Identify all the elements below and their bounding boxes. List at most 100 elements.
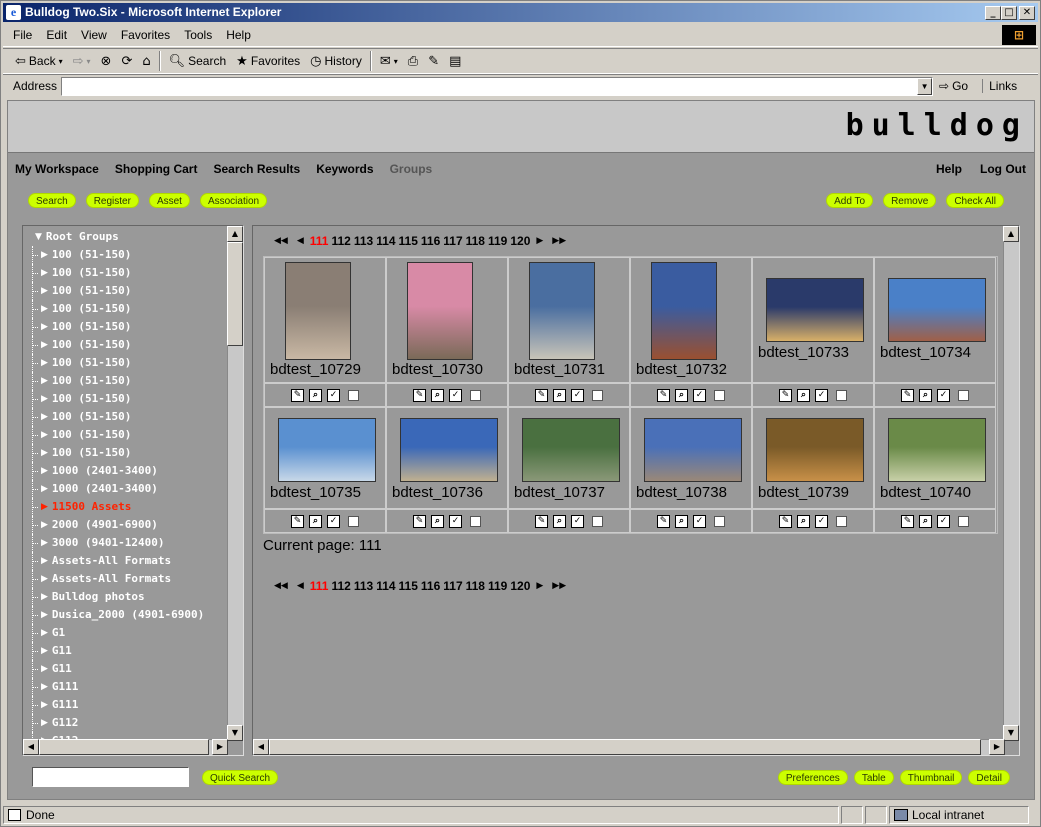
back-dropdown-icon[interactable]: ▾ — [59, 57, 63, 66]
nav-groups[interactable]: Groups — [390, 162, 433, 176]
tree-scroll-thumb[interactable] — [227, 242, 243, 346]
scroll-right-icon[interactable]: ▶ — [989, 739, 1005, 755]
edit-asset-icon[interactable]: ✎ — [535, 514, 548, 528]
page-link[interactable]: 118 — [466, 234, 485, 248]
nav-search-results[interactable]: Search Results — [213, 162, 300, 176]
address-input[interactable]: ▼ — [61, 76, 934, 96]
asset-thumbnail[interactable] — [888, 418, 986, 482]
check-all-button[interactable]: Check All — [946, 193, 1004, 208]
cart-asset-icon[interactable]: ✓ — [693, 514, 706, 528]
asset-checkbox[interactable] — [592, 515, 603, 527]
edit-asset-icon[interactable]: ✎ — [901, 388, 914, 402]
page-link[interactable]: 120 — [510, 234, 530, 248]
page-link[interactable]: 115 — [399, 234, 418, 248]
preview-asset-icon[interactable]: ⌕ — [553, 514, 566, 528]
back-button[interactable]: ⇦ Back ▾ — [13, 54, 65, 69]
tree-item[interactable]: ▶ 1000 (2401-3400) — [27, 462, 228, 480]
tree-item[interactable]: ▶ 2000 (4901-6900) — [27, 516, 228, 534]
menu-view[interactable]: View — [81, 28, 107, 42]
asset-thumbnail[interactable] — [651, 262, 717, 360]
nav-my-workspace[interactable]: My Workspace — [15, 162, 99, 176]
page-link[interactable]: 117 — [443, 234, 462, 248]
tree-item[interactable]: ▶ 11500 Assets — [27, 498, 228, 516]
asset-horizontal-scrollbar[interactable]: ◀ ▶ — [253, 739, 1005, 755]
asset-hscroll-thumb[interactable] — [269, 739, 981, 755]
favorites-button[interactable]: ★ Favorites — [234, 54, 302, 69]
page-link[interactable]: 116 — [421, 579, 440, 593]
page-link[interactable]: 119 — [488, 234, 507, 248]
page-link[interactable]: 114 — [376, 579, 395, 593]
tree-item[interactable]: ▶ 100 (51-150) — [27, 390, 228, 408]
scroll-left-icon[interactable]: ◀ — [253, 739, 269, 755]
tree-item[interactable]: ▶ 100 (51-150) — [27, 318, 228, 336]
menu-file[interactable]: File — [13, 28, 32, 42]
tree-item[interactable]: ▶ 100 (51-150) — [27, 372, 228, 390]
tree-item[interactable]: ▶ 100 (51-150) — [27, 264, 228, 282]
edit-button[interactable]: ✎ — [426, 54, 441, 69]
tree-item[interactable]: ▶ G11 — [27, 642, 228, 660]
scroll-right-icon[interactable]: ▶ — [212, 739, 228, 755]
search-action-button[interactable]: Search — [28, 193, 76, 208]
tree-item[interactable]: ▶ 1000 (2401-3400) — [27, 480, 228, 498]
first-page-icon[interactable]: ◀◀ — [274, 581, 288, 591]
edit-asset-icon[interactable]: ✎ — [657, 388, 670, 402]
edit-asset-icon[interactable]: ✎ — [291, 388, 304, 402]
tree-item[interactable]: ▶ G1 — [27, 624, 228, 642]
preview-asset-icon[interactable]: ⌕ — [675, 388, 688, 402]
thumbnail-view-button[interactable]: Thumbnail — [899, 770, 963, 785]
edit-asset-icon[interactable]: ✎ — [413, 514, 426, 528]
next-page-icon[interactable]: ▶ — [536, 581, 543, 591]
tree-item[interactable]: ▶ G11 — [27, 660, 228, 678]
tree-item[interactable]: ▶ Assets-All Formats — [27, 570, 228, 588]
home-button[interactable]: ⌂ — [140, 54, 152, 69]
address-dropdown-icon[interactable]: ▼ — [917, 77, 933, 95]
page-link[interactable]: 111 — [310, 234, 329, 248]
preview-asset-icon[interactable]: ⌕ — [675, 514, 688, 528]
page-link[interactable]: 119 — [488, 579, 507, 593]
tree-item[interactable]: ▶ Dusica_2000 (4901-6900) — [27, 606, 228, 624]
asset-thumbnail[interactable] — [888, 278, 986, 342]
asset-vertical-scrollbar[interactable]: ▲ ▼ — [1003, 226, 1019, 741]
forward-button[interactable]: ⇨ ▾ — [71, 54, 93, 69]
asset-thumbnail[interactable] — [285, 262, 351, 360]
scroll-down-icon[interactable]: ▼ — [1003, 725, 1019, 741]
tree-item[interactable]: ▶ 100 (51-150) — [27, 444, 228, 462]
tree-item[interactable]: ▶ 3000 (9401-12400) — [27, 534, 228, 552]
edit-asset-icon[interactable]: ✎ — [535, 388, 548, 402]
tree-root[interactable]: ▼ Root Groups — [27, 228, 228, 246]
preferences-button[interactable]: Preferences — [777, 770, 848, 785]
quick-search-button[interactable]: Quick Search — [202, 770, 279, 785]
asset-checkbox[interactable] — [836, 515, 847, 527]
preview-asset-icon[interactable]: ⌕ — [797, 514, 810, 528]
cart-asset-icon[interactable]: ✓ — [937, 388, 950, 402]
asset-thumbnail[interactable] — [529, 262, 595, 360]
preview-asset-icon[interactable]: ⌕ — [309, 514, 322, 528]
preview-asset-icon[interactable]: ⌕ — [309, 388, 322, 402]
nav-help[interactable]: Help — [936, 162, 962, 176]
tree-hscroll-thumb[interactable] — [39, 739, 209, 755]
asset-thumbnail[interactable] — [766, 278, 864, 342]
page-link[interactable]: 111 — [310, 579, 329, 593]
asset-checkbox[interactable] — [958, 515, 969, 527]
asset-thumbnail[interactable] — [644, 418, 742, 482]
scroll-down-icon[interactable]: ▼ — [227, 725, 243, 741]
page-link[interactable]: 115 — [399, 579, 418, 593]
cart-asset-icon[interactable]: ✓ — [571, 514, 584, 528]
association-action-button[interactable]: Association — [199, 193, 268, 208]
register-action-button[interactable]: Register — [85, 193, 139, 208]
page-link[interactable]: 112 — [331, 579, 350, 593]
forward-dropdown-icon[interactable]: ▾ — [87, 57, 91, 66]
cart-asset-icon[interactable]: ✓ — [449, 388, 462, 402]
cart-asset-icon[interactable]: ✓ — [571, 388, 584, 402]
tree-vertical-scrollbar[interactable]: ▲ ▼ — [227, 226, 243, 741]
tree-item[interactable]: ▶ 100 (51-150) — [27, 354, 228, 372]
preview-asset-icon[interactable]: ⌕ — [553, 388, 566, 402]
edit-asset-icon[interactable]: ✎ — [657, 514, 670, 528]
asset-thumbnail[interactable] — [766, 418, 864, 482]
menu-favorites[interactable]: Favorites — [121, 28, 170, 42]
asset-checkbox[interactable] — [836, 389, 847, 401]
menu-help[interactable]: Help — [226, 28, 251, 42]
search-button[interactable]: 🔍︎ Search — [167, 54, 229, 69]
cart-asset-icon[interactable]: ✓ — [327, 514, 340, 528]
tree-item[interactable]: ▶ Bulldog photos — [27, 588, 228, 606]
